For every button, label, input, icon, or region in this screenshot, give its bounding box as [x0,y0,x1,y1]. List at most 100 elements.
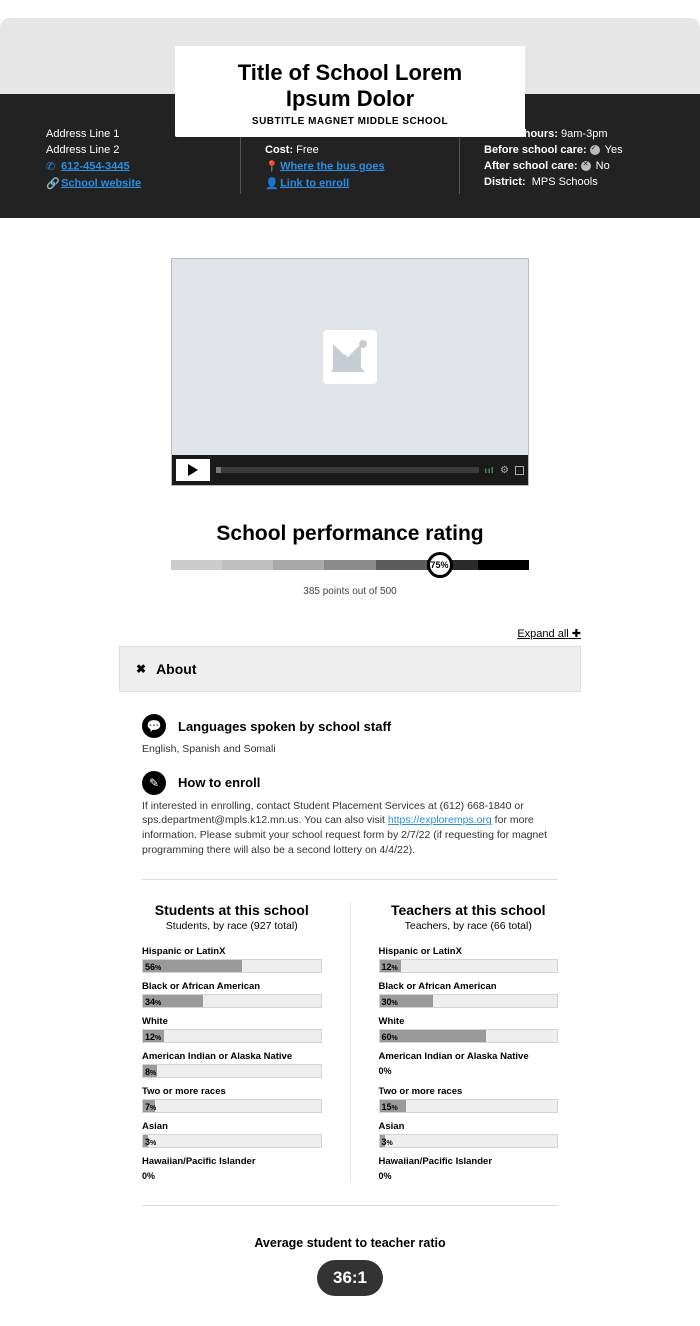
bar-value: 30% [382,995,398,1011]
before-care-label: Before school care: [484,144,587,156]
video-player: ııl ⚙ [171,258,529,486]
district-value: MPS Schools [532,176,598,188]
cost-value: Free [296,144,319,156]
bar-value: 15% [382,1100,398,1116]
info-divider [240,128,241,194]
bar-label: American Indian or Alaska Native [379,1051,559,1062]
bar-value: 12% [382,960,398,976]
info-divider [459,128,460,194]
bar-label: Two or more races [379,1086,559,1097]
video-controls: ııl ⚙ [172,455,528,485]
bar-track: 34% [142,994,322,1008]
bar-track: 56% [142,959,322,973]
bar-label: Black or African American [142,981,322,992]
after-care-value: No [596,160,610,172]
bar-row: Hawaiian/Pacific Islander 0% [142,1156,322,1183]
after-care-label: After school care: [484,160,578,172]
image-placeholder-icon [323,330,377,384]
about-title: About [156,661,196,677]
bar-label: Hispanic or LatinX [142,946,322,957]
before-care-value: Yes [605,144,623,156]
students-chart: Students at this school Students, by rac… [142,902,322,1183]
bar-label: Hawaiian/Pacific Islander [142,1156,322,1167]
about-accordion-header[interactable]: ✖ About [119,646,581,692]
phone-link[interactable]: 612-454-3445 [61,160,130,172]
enroll-link[interactable]: Link to enroll [280,177,349,189]
bar-label: Asian [379,1121,559,1132]
bar-track: 3% [379,1134,559,1148]
divider [142,879,558,880]
fullscreen-icon[interactable] [515,466,524,475]
bar-row: Two or more races 7% [142,1086,322,1113]
bar-label: Asian [142,1121,322,1132]
district-label: District: [484,176,526,188]
hours-value: 9am-3pm [561,128,607,140]
hero-band: Title of School Lorem Ipsum Dolor SUBTIT… [0,18,700,94]
bar-value: 8% [145,1065,156,1081]
expand-all-label: Expand all [517,628,568,640]
divider [142,1205,558,1206]
bar-row: Two or more races 15% [379,1086,559,1113]
enroll-heading: How to enroll [178,775,260,790]
ratio-value: 36:1 [317,1260,383,1296]
bus-link[interactable]: Where the bus goes [280,160,385,172]
video-progress[interactable] [216,467,479,473]
school-website-link[interactable]: School website [61,177,141,189]
bar-track: 3% [142,1134,322,1148]
bar-track: 8% [142,1064,322,1078]
gear-icon[interactable]: ⚙ [500,465,509,476]
bar-value: 0% [379,1169,559,1183]
expand-all[interactable]: Expand all ✚ [119,627,581,640]
play-icon [188,464,198,476]
chat-icon: 💬 [142,714,166,738]
bar-row: Hispanic or LatinX 56% [142,946,322,973]
info-col-hours: School hours: 9am-3pm Before school care… [466,128,672,194]
teachers-chart: Teachers at this school Teachers, by rac… [379,902,559,1183]
bar-row: Hispanic or LatinX 12% [379,946,559,973]
pencil-icon: ✎ [142,771,166,795]
title-card: Title of School Lorem Ipsum Dolor SUBTIT… [175,46,525,137]
bar-track: 12% [142,1029,322,1043]
play-button[interactable] [176,459,210,481]
video-canvas[interactable] [172,259,528,455]
demographics: Students at this school Students, by rac… [142,902,558,1183]
bar-value: 7% [145,1100,156,1116]
teachers-chart-subtitle: Teachers, by race (66 total) [379,920,559,932]
students-chart-subtitle: Students, by race (927 total) [142,920,322,932]
x-icon [581,161,591,171]
bar-value: 56% [145,960,161,976]
page-subtitle: SUBTITLE MAGNET MIDDLE SCHOOL [207,116,493,127]
bar-value: 12% [145,1030,161,1046]
page-title: Title of School Lorem Ipsum Dolor [207,60,493,112]
enroll-info-link[interactable]: https://exploremps.org [388,814,492,826]
bar-value: 3% [382,1135,393,1151]
signal-icon: ııl [485,466,494,475]
bar-label: American Indian or Alaska Native [142,1051,322,1062]
bar-row: White12% [142,1016,322,1043]
bar-label: Black or African American [379,981,559,992]
enroll-text: If interested in enrolling, contact Stud… [142,799,558,858]
bar-row: Black or African American 34% [142,981,322,1008]
phone-icon: ✆ [46,160,58,173]
bar-track: 15% [379,1099,559,1113]
pin-icon: 📍 [265,160,277,173]
bar-value: 0% [379,1064,559,1078]
bar-label: Hispanic or LatinX [379,946,559,957]
address-line-2: Address Line 2 [46,144,216,156]
person-icon: 👤 [265,177,277,190]
close-icon: ✖ [136,662,146,676]
languages-heading: Languages spoken by school staff [178,719,391,734]
bar-label: Two or more races [142,1086,322,1097]
bar-row: Asian 3% [379,1121,559,1148]
bar-value: 0% [142,1169,322,1183]
bar-value: 60% [382,1030,398,1046]
plus-icon: ✚ [572,628,581,640]
rating-heading: School performance rating [0,522,700,546]
bar-row: American Indian or Alaska Native 0% [379,1051,559,1078]
bar-row: Black or African American 30% [379,981,559,1008]
bar-track: 12% [379,959,559,973]
teachers-chart-title: Teachers at this school [379,902,559,918]
rating-points: 385 points out of 500 [0,586,700,597]
bar-track: 30% [379,994,559,1008]
info-col-address: Address Line 1 Address Line 2 ✆ 612-454-… [28,128,234,194]
